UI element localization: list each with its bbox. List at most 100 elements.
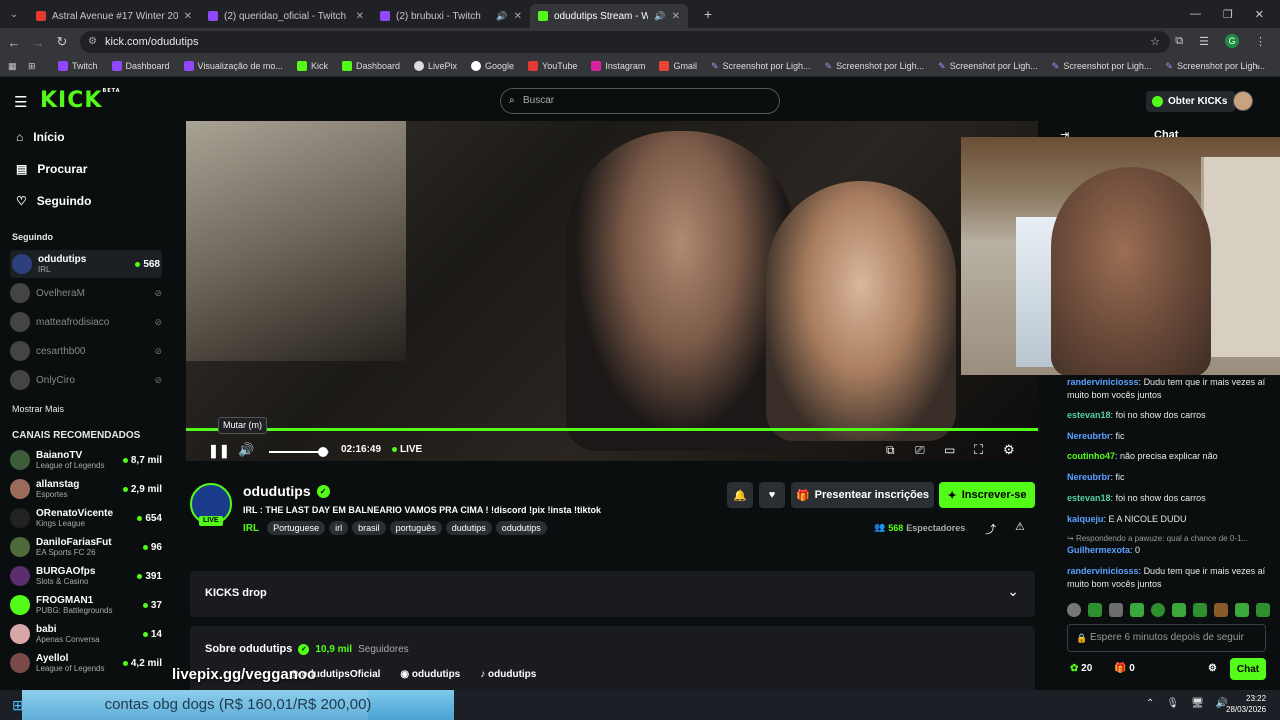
tray-chevron-icon[interactable]: ⌃ — [1146, 698, 1154, 709]
report-icon[interactable]: ⚠ — [1015, 520, 1025, 533]
extensions-icon[interactable]: ⧉ — [1175, 35, 1183, 48]
bookmark-screenshot-5[interactable]: ✎ Screenshot por Ligh... — [1165, 61, 1265, 72]
follow-heart-button[interactable]: ♥ — [759, 482, 785, 508]
pause-icon[interactable]: ❚❚ — [208, 443, 230, 459]
hamburger-menu-icon[interactable]: ☰ — [14, 93, 27, 111]
forward-icon[interactable]: → — [26, 35, 50, 50]
audio-icon[interactable]: 🔊 — [496, 11, 507, 22]
chat-settings-icon[interactable]: ⚙ — [1208, 663, 1217, 674]
nav-browse[interactable]: ▤ Procurar — [16, 162, 87, 176]
emote-icon[interactable] — [1172, 603, 1186, 617]
bookmark-kick-dashboard[interactable]: Dashboard — [341, 61, 400, 71]
emote-icon[interactable] — [1130, 603, 1144, 617]
reload-icon[interactable]: ↻ — [50, 34, 74, 50]
user-avatar[interactable] — [1233, 91, 1253, 111]
close-tab-icon[interactable]: ✕ — [672, 11, 680, 22]
close-tab-icon[interactable]: ✕ — [184, 11, 192, 22]
volume-slider[interactable] — [269, 447, 329, 457]
show-more-link[interactable]: Mostrar Mais — [12, 404, 64, 414]
emote-icon[interactable] — [1088, 603, 1102, 617]
bookmark-screenshot-1[interactable]: ✎ Screenshot por Ligh... — [711, 61, 811, 72]
following-channel-offline[interactable]: cesarthb00 ⊘ — [10, 337, 162, 365]
nav-following[interactable]: ♡ Seguindo — [16, 194, 91, 208]
recommended-channel[interactable]: DaniloFariasFut EA Sports FC 26 96 — [10, 533, 162, 561]
recommended-channel[interactable]: Ayellol League of Legends 4,2 mil — [10, 649, 162, 677]
new-tab-button[interactable]: + — [696, 6, 720, 22]
close-window-icon[interactable]: ✕ — [1255, 8, 1264, 21]
tag[interactable]: português — [389, 521, 442, 535]
audio-icon[interactable]: 🔊 — [654, 11, 665, 22]
kicks-drop-panel[interactable]: KICKS drop ⌄ — [190, 571, 1035, 617]
recommended-channel[interactable]: BURGAOfps Slots & Casino 391 — [10, 562, 162, 590]
bookmark-screenshot-4[interactable]: ✎ Screenshot por Ligh... — [1052, 61, 1152, 72]
tag[interactable]: Portuguese — [267, 521, 326, 535]
theater-mode-icon[interactable]: ▭ — [944, 443, 955, 457]
browser-tab-1[interactable]: Astral Avenue #17 Winter 2026 ✕ — [28, 4, 200, 28]
tag[interactable]: odudutips — [495, 521, 547, 535]
bookmark-screenshot-3[interactable]: ✎ Screenshot por Ligh... — [938, 61, 1038, 72]
network-icon[interactable]: 🖥 — [1191, 698, 1204, 709]
kick-logo[interactable]: KICKBETA — [40, 88, 121, 113]
bookmark-kick[interactable]: Kick — [296, 61, 328, 71]
back-icon[interactable]: ← — [2, 35, 26, 50]
category-link[interactable]: IRL — [243, 523, 259, 534]
microphone-icon[interactable]: 🎙 — [1166, 698, 1179, 709]
search-input[interactable]: ⌕ Buscar — [500, 88, 780, 114]
discord-link[interactable]: ◉ odudutips — [400, 669, 460, 680]
clock[interactable]: 23:22 28/03/2026 — [1226, 693, 1266, 715]
emote-icon[interactable] — [1235, 603, 1249, 617]
emote-icon[interactable] — [1067, 603, 1081, 617]
notifications-bell-button[interactable]: 🔔 — [727, 482, 753, 508]
tag[interactable]: brasil — [352, 521, 386, 535]
site-info-icon[interactable]: ⚙ — [88, 31, 97, 53]
recommended-channel[interactable]: allanstag Esportes 2,9 mil — [10, 475, 162, 503]
tab-list-icon[interactable]: ⌄ — [0, 9, 28, 20]
chevron-down-icon[interactable]: ⌄ — [1007, 583, 1019, 600]
following-channel-offline[interactable]: OnlyCiro ⊘ — [10, 366, 162, 394]
close-tab-icon[interactable]: ✕ — [356, 11, 364, 22]
emote-icon[interactable] — [1256, 603, 1270, 617]
points-counter[interactable]: ✿ 20 — [1070, 663, 1092, 674]
browser-tab-3[interactable]: (2) brubuxi - Twitch 🔊 ✕ — [372, 4, 530, 28]
following-channel-offline[interactable]: OvelheraM ⊘ — [10, 279, 162, 307]
settings-gear-icon[interactable]: ⚙ — [1003, 442, 1015, 458]
video-player[interactable] — [186, 121, 1038, 461]
volume-icon[interactable]: 🔊 — [238, 442, 254, 458]
chat-input[interactable]: 🔒 Espere 6 minutos depois de seguir — [1067, 624, 1266, 652]
tag[interactable]: irl — [329, 521, 349, 535]
volume-knob[interactable] — [318, 447, 328, 457]
bookmark-youtube[interactable]: YouTube — [528, 61, 577, 71]
url-field[interactable]: ⚙ kick.com/odudutips ☆ — [80, 31, 1170, 53]
bookmark-twitch[interactable]: Twitch — [58, 61, 98, 71]
channel-name[interactable]: odudutips ✓ — [243, 483, 330, 499]
cast-icon[interactable]: ⎚ — [915, 443, 925, 458]
bookmark-screenshot-2[interactable]: ✎ Screenshot por Ligh... — [825, 61, 925, 72]
recommended-channel[interactable]: babi Apenas Conversa 14 — [10, 620, 162, 648]
emote-icon[interactable] — [1214, 603, 1228, 617]
chat-send-button[interactable]: Chat — [1230, 658, 1266, 680]
tiktok-link[interactable]: ♪ odudutips — [480, 669, 536, 680]
recommended-channel[interactable]: ORenatoVicente Kings League 654 — [10, 504, 162, 532]
tag[interactable]: dudutips — [445, 521, 492, 535]
nav-home[interactable]: ⌂ Início — [16, 130, 65, 144]
close-tab-icon[interactable]: ✕ — [514, 11, 522, 22]
bookmark-gmail[interactable]: Gmail — [659, 61, 697, 71]
browser-tab-2[interactable]: (2) queridao_oficial - Twitch ✕ — [200, 4, 372, 28]
emote-icon[interactable] — [1193, 603, 1207, 617]
video-progress-bar[interactable] — [186, 428, 1038, 431]
browser-tab-4[interactable]: odudutips Stream - Watch 🔊 ✕ — [530, 4, 688, 28]
minimize-icon[interactable]: — — [1190, 8, 1201, 21]
bookmark-visualizacao[interactable]: Visualização de mo... — [183, 61, 283, 71]
share-icon[interactable]: ⤴ — [985, 521, 996, 537]
bookmark-livepix[interactable]: LivePix — [413, 61, 457, 71]
subscribe-button[interactable]: ✦ Inscrever-se — [939, 482, 1035, 508]
bookmark-google[interactable]: Google — [471, 61, 514, 71]
more-bookmarks-icon[interactable]: » — [1255, 61, 1260, 71]
menu-icon[interactable]: ⋮ — [1255, 35, 1266, 48]
bookmark-dashboard[interactable]: Dashboard — [111, 61, 170, 71]
gift-subs-button[interactable]: 🎁 Presentear inscrições — [791, 482, 934, 508]
following-channel-offline[interactable]: matteafrodisiaco ⊘ — [10, 308, 162, 336]
restore-icon[interactable]: ❐ — [1223, 8, 1233, 21]
following-channel-odudutips[interactable]: odudutips IRL 568 — [10, 250, 162, 278]
apps-icon[interactable]: ▦ — [8, 61, 17, 72]
